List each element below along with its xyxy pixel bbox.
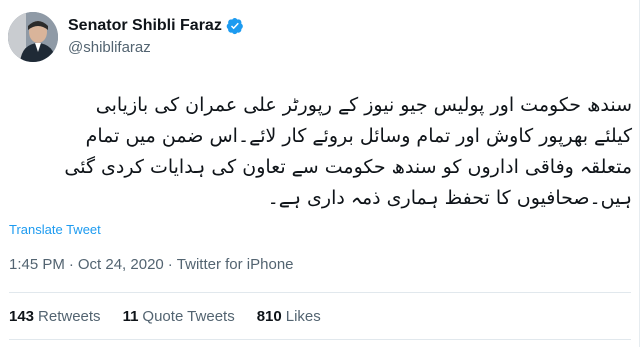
divider — [9, 339, 631, 340]
likes-stat[interactable]: 810 Likes — [257, 308, 321, 325]
avatar[interactable] — [8, 12, 58, 62]
tweet-line: کیلئے بھرپور کاوش اور تمام وسائل بروئے ک… — [85, 125, 632, 147]
tweet-time[interactable]: 1:45 PM — [9, 256, 65, 273]
tweet-meta: 1:45 PM · Oct 24, 2020 · Twitter for iPh… — [9, 256, 294, 273]
tweet-source[interactable]: Twitter for iPhone — [177, 256, 294, 273]
tweet-stats: 143 Retweets 11 Quote Tweets 810 Likes — [9, 308, 343, 325]
likes-label: Likes — [285, 308, 321, 325]
meta-separator: · — [167, 256, 173, 273]
author-name[interactable]: Senator Shibli Faraz — [68, 17, 222, 35]
tweet-line: ہیں۔صحافیوں کا تحفظ ہماری ذمہ داری ہے۔ — [267, 187, 632, 209]
retweets-stat[interactable]: 143 Retweets — [9, 308, 101, 325]
quote-tweets-count: 11 — [122, 308, 139, 325]
profile-photo-icon — [8, 12, 58, 62]
retweets-count: 143 — [9, 308, 35, 325]
translate-tweet-link[interactable]: Translate Tweet — [9, 222, 101, 237]
tweet-line: متعلقہ وفاقی اداروں کو سندھ حکومت سے تعا… — [64, 156, 632, 178]
retweets-label: Retweets — [38, 308, 101, 325]
tweet-text: سندھ حکومت اور پولیس جیو نیوز کے رپورٹر … — [8, 90, 632, 214]
tweet-date[interactable]: Oct 24, 2020 — [78, 256, 164, 273]
tweet-line: سندھ حکومت اور پولیس جیو نیوز کے رپورٹر … — [95, 94, 632, 116]
divider — [9, 292, 631, 293]
quote-tweets-stat[interactable]: 11 Quote Tweets — [123, 308, 235, 325]
author-handle[interactable]: @shiblifaraz — [68, 39, 151, 56]
verified-badge-icon — [226, 17, 244, 35]
author-name-row: Senator Shibli Faraz — [68, 15, 244, 37]
tweet-card: Senator Shibli Faraz @shiblifaraz سندھ ح… — [0, 0, 640, 347]
likes-count: 810 — [256, 308, 282, 325]
quote-tweets-label: Quote Tweets — [142, 308, 235, 325]
meta-separator: · — [68, 256, 74, 273]
